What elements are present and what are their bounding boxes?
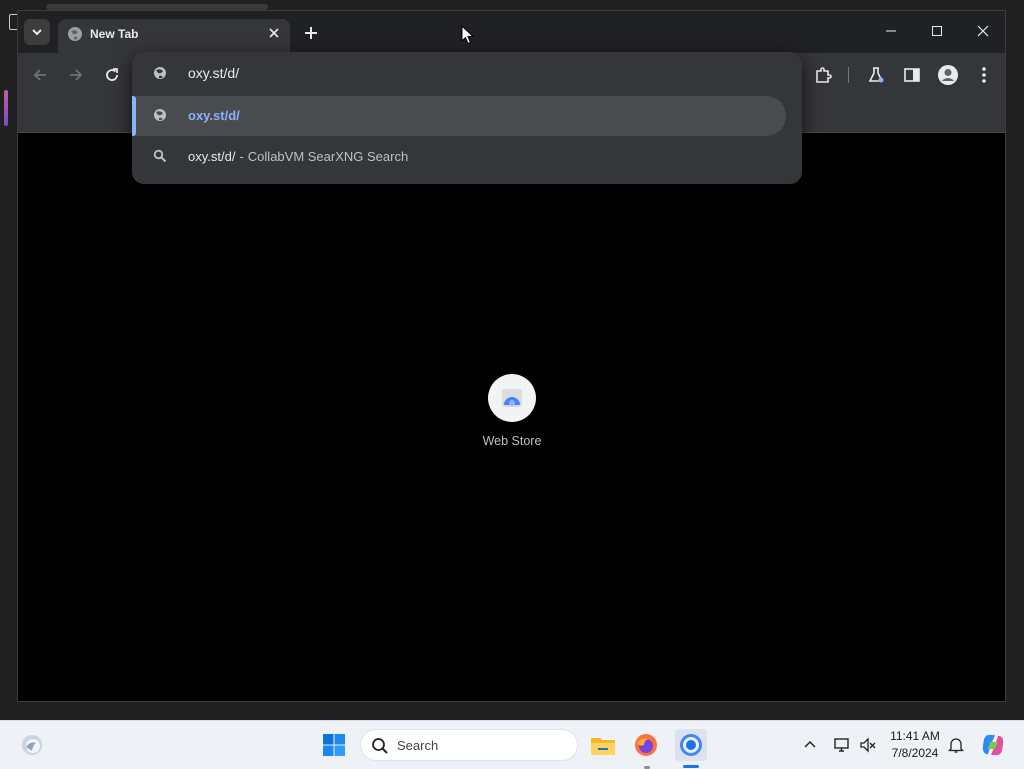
- suggestion-text: oxy.st/d/- CollabVM SearXNG Search: [188, 149, 408, 164]
- taskbar-search-placeholder: Search: [397, 738, 439, 753]
- omnibox-input[interactable]: oxy.st/d/: [188, 65, 239, 81]
- maximize-icon: [932, 26, 942, 36]
- clock-date[interactable]: 7/8/2024: [882, 746, 948, 760]
- forward-button[interactable]: [62, 61, 90, 89]
- tab-new-tab[interactable]: New Tab: [58, 19, 290, 53]
- globe-icon: [154, 67, 166, 79]
- start-button-windows-icon[interactable]: [322, 733, 346, 757]
- web-store-icon: [488, 374, 536, 422]
- minimize-icon: [886, 30, 896, 32]
- selection-indicator: [132, 96, 136, 136]
- omnibox-suggestion[interactable]: oxy.st/d/- CollabVM SearXNG Search: [132, 138, 802, 178]
- notification-bell-icon[interactable]: [946, 735, 966, 755]
- suggestion-separator: -: [239, 149, 244, 164]
- tab-title: New Tab: [90, 27, 139, 41]
- extensions-button[interactable]: [809, 61, 837, 89]
- widgets-icon[interactable]: [20, 733, 44, 757]
- toolbar-divider: [848, 67, 849, 83]
- taskbar: Search 11:41 AM 7/8/2024: [0, 720, 1024, 769]
- search-icon: [372, 738, 388, 754]
- file-explorer-icon: [591, 738, 615, 755]
- more-menu-button[interactable]: [970, 61, 998, 89]
- extensions-icon: [816, 67, 832, 83]
- tab-close-button[interactable]: [265, 24, 283, 42]
- back-button[interactable]: [26, 61, 54, 89]
- omnibox-suggestion[interactable]: oxy.st/d/: [132, 96, 786, 136]
- side-panel-icon: [904, 68, 920, 82]
- file-explorer-button[interactable]: [587, 729, 619, 761]
- background-window-accent: [4, 90, 8, 126]
- chrome-icon: [680, 734, 702, 756]
- search-icon: [153, 149, 167, 163]
- window-close-button[interactable]: [966, 17, 1000, 45]
- forward-icon: [70, 69, 83, 81]
- new-tab-page: Web Store: [18, 133, 1005, 701]
- reload-button[interactable]: [98, 61, 126, 89]
- shortcut-label: Web Store: [482, 434, 542, 448]
- omnibox-input-row[interactable]: oxy.st/d/: [132, 52, 802, 94]
- suggestion-query: oxy.st/d/: [188, 149, 236, 164]
- tab-strip: New Tab: [18, 11, 1005, 53]
- plus-icon: [305, 27, 317, 39]
- profile-button[interactable]: [934, 61, 962, 89]
- speaker-muted-icon[interactable]: [858, 735, 878, 755]
- globe-icon: [154, 109, 166, 121]
- reload-icon: [106, 68, 118, 81]
- close-icon: [269, 28, 279, 38]
- back-icon: [33, 69, 46, 81]
- mouse-cursor-icon: [461, 25, 475, 45]
- firefox-button[interactable]: [630, 729, 662, 761]
- suggestion-url: oxy.st/d/: [188, 108, 240, 123]
- copilot-icon[interactable]: [980, 732, 1006, 758]
- shortcut-web-store[interactable]: Web Store: [472, 368, 552, 458]
- labs-button[interactable]: [862, 61, 890, 89]
- taskbar-search-box[interactable]: Search: [360, 729, 578, 761]
- suggestion-description: CollabVM SearXNG Search: [247, 149, 409, 164]
- clock-time[interactable]: 11:41 AM: [882, 729, 948, 743]
- globe-icon: [68, 27, 82, 41]
- chevron-down-icon: [32, 29, 42, 36]
- side-panel-button[interactable]: [898, 61, 926, 89]
- chevron-up-icon[interactable]: [800, 735, 820, 755]
- labs-icon: [868, 67, 884, 83]
- profile-icon: [938, 65, 958, 85]
- firefox-icon: [635, 734, 657, 756]
- new-tab-button[interactable]: [300, 22, 322, 44]
- omnibox-dropdown: oxy.st/d/ oxy.st/d/ oxy.st/d/- CollabVM S…: [132, 52, 802, 184]
- display-icon[interactable]: [832, 735, 852, 755]
- minimize-button[interactable]: [874, 17, 908, 45]
- chrome-button[interactable]: [675, 729, 707, 761]
- more-menu-icon: [982, 67, 986, 83]
- tab-search-button[interactable]: [24, 19, 50, 45]
- maximize-button[interactable]: [920, 17, 954, 45]
- close-icon: [977, 25, 989, 37]
